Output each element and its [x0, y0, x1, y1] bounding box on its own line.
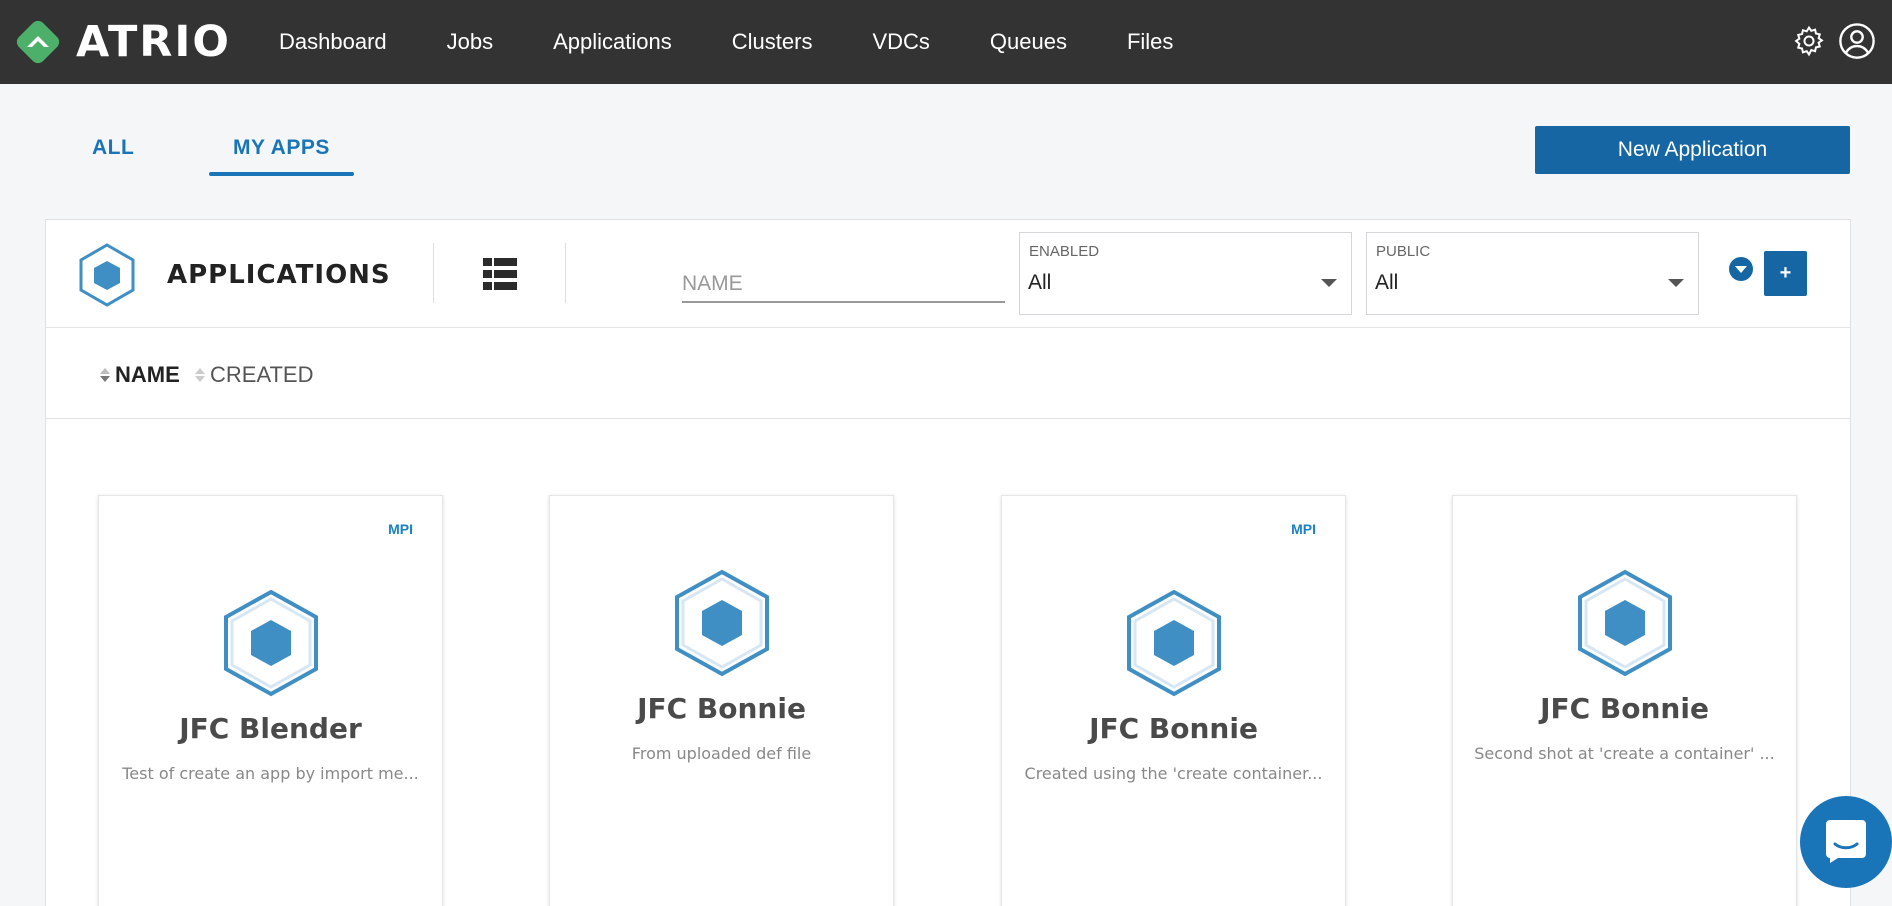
app-card[interactable]: JFC Bonnie Second shot at 'create a cont… — [1452, 495, 1797, 906]
enabled-filter-select[interactable]: ENABLED All — [1019, 232, 1352, 315]
sort-by-name[interactable]: NAME — [100, 362, 180, 388]
new-application-button[interactable]: New Application — [1535, 126, 1850, 174]
mpi-badge: MPI — [1291, 521, 1316, 537]
mpi-badge: MPI — [388, 521, 413, 537]
name-filter-input[interactable] — [682, 267, 1005, 303]
nav-item-dashboard[interactable]: Dashboard — [279, 29, 387, 55]
app-hexagon-icon — [1578, 569, 1672, 677]
sort-arrows-icon — [100, 368, 110, 382]
panel-title: APPLICATIONS — [167, 260, 391, 290]
sort-name-label: NAME — [115, 362, 180, 387]
sort-created-label: CREATED — [210, 362, 314, 387]
app-hexagon-icon — [224, 589, 318, 697]
panel-header: APPLICATIONS ENABLED All PUBLIC All + — [46, 220, 1850, 328]
public-filter-select[interactable]: PUBLIC All — [1366, 232, 1699, 315]
active-tab-indicator — [209, 172, 354, 176]
nav-item-vdcs[interactable]: VDCs — [872, 29, 929, 55]
app-card-title: JFC Bonnie — [1540, 692, 1709, 725]
enabled-filter-label: ENABLED — [1029, 243, 1100, 260]
top-navigation-bar: ATRIO Dashboard Jobs Applications Cluste… — [0, 0, 1892, 84]
brand-name: ATRIO — [76, 16, 231, 67]
app-card-description: Test of create an app by import me... — [122, 764, 419, 783]
add-filter-button[interactable]: + — [1764, 251, 1807, 296]
nav-item-clusters[interactable]: Clusters — [732, 29, 813, 55]
enabled-filter-value: All — [1028, 271, 1052, 294]
user-account-icon[interactable] — [1838, 22, 1876, 60]
chevron-down-icon — [1321, 279, 1337, 287]
app-hexagon-icon — [675, 569, 769, 677]
more-filters-dropdown-icon[interactable] — [1729, 257, 1753, 281]
chevron-down-icon — [1668, 279, 1684, 287]
top-icons — [1792, 22, 1876, 60]
main-nav: Dashboard Jobs Applications Clusters VDC… — [279, 0, 1233, 84]
app-card[interactable]: MPI JFC Bonnie Created using the 'create… — [1001, 495, 1346, 906]
app-card-title: JFC Bonnie — [637, 692, 806, 725]
nav-item-applications[interactable]: Applications — [553, 29, 672, 55]
public-filter-label: PUBLIC — [1376, 243, 1431, 260]
nav-item-files[interactable]: Files — [1127, 29, 1173, 55]
gear-icon[interactable] — [1792, 24, 1826, 58]
logo-diamond-icon — [16, 20, 60, 64]
list-view-icon[interactable] — [483, 258, 517, 290]
sort-arrows-icon — [195, 368, 205, 382]
app-card-description: Second shot at 'create a container' ... — [1474, 744, 1775, 763]
app-card-title: JFC Bonnie — [1089, 712, 1258, 745]
nav-item-jobs[interactable]: Jobs — [447, 29, 493, 55]
public-filter-value: All — [1375, 271, 1399, 294]
chat-bubble-icon — [1826, 820, 1866, 863]
nav-item-queues[interactable]: Queues — [990, 29, 1067, 55]
sort-row: NAME CREATED — [46, 328, 1850, 419]
app-card[interactable]: MPI JFC Blender Test of create an app by… — [98, 495, 443, 906]
app-card-title: JFC Blender — [179, 712, 362, 745]
app-card-description: Created using the 'create container... — [1024, 764, 1323, 783]
applications-hexagon-icon — [79, 243, 135, 307]
app-card[interactable]: JFC Bonnie From uploaded def file — [549, 495, 894, 906]
sort-by-created[interactable]: CREATED — [195, 362, 314, 388]
divider — [565, 243, 566, 303]
tab-my-apps[interactable]: MY APPS — [233, 136, 330, 160]
chat-support-button[interactable] — [1800, 796, 1892, 888]
divider — [433, 243, 434, 303]
atrio-logo[interactable]: ATRIO — [12, 18, 231, 66]
app-hexagon-icon — [1127, 589, 1221, 697]
app-card-description: From uploaded def file — [631, 744, 812, 763]
tab-all[interactable]: ALL — [92, 136, 134, 160]
